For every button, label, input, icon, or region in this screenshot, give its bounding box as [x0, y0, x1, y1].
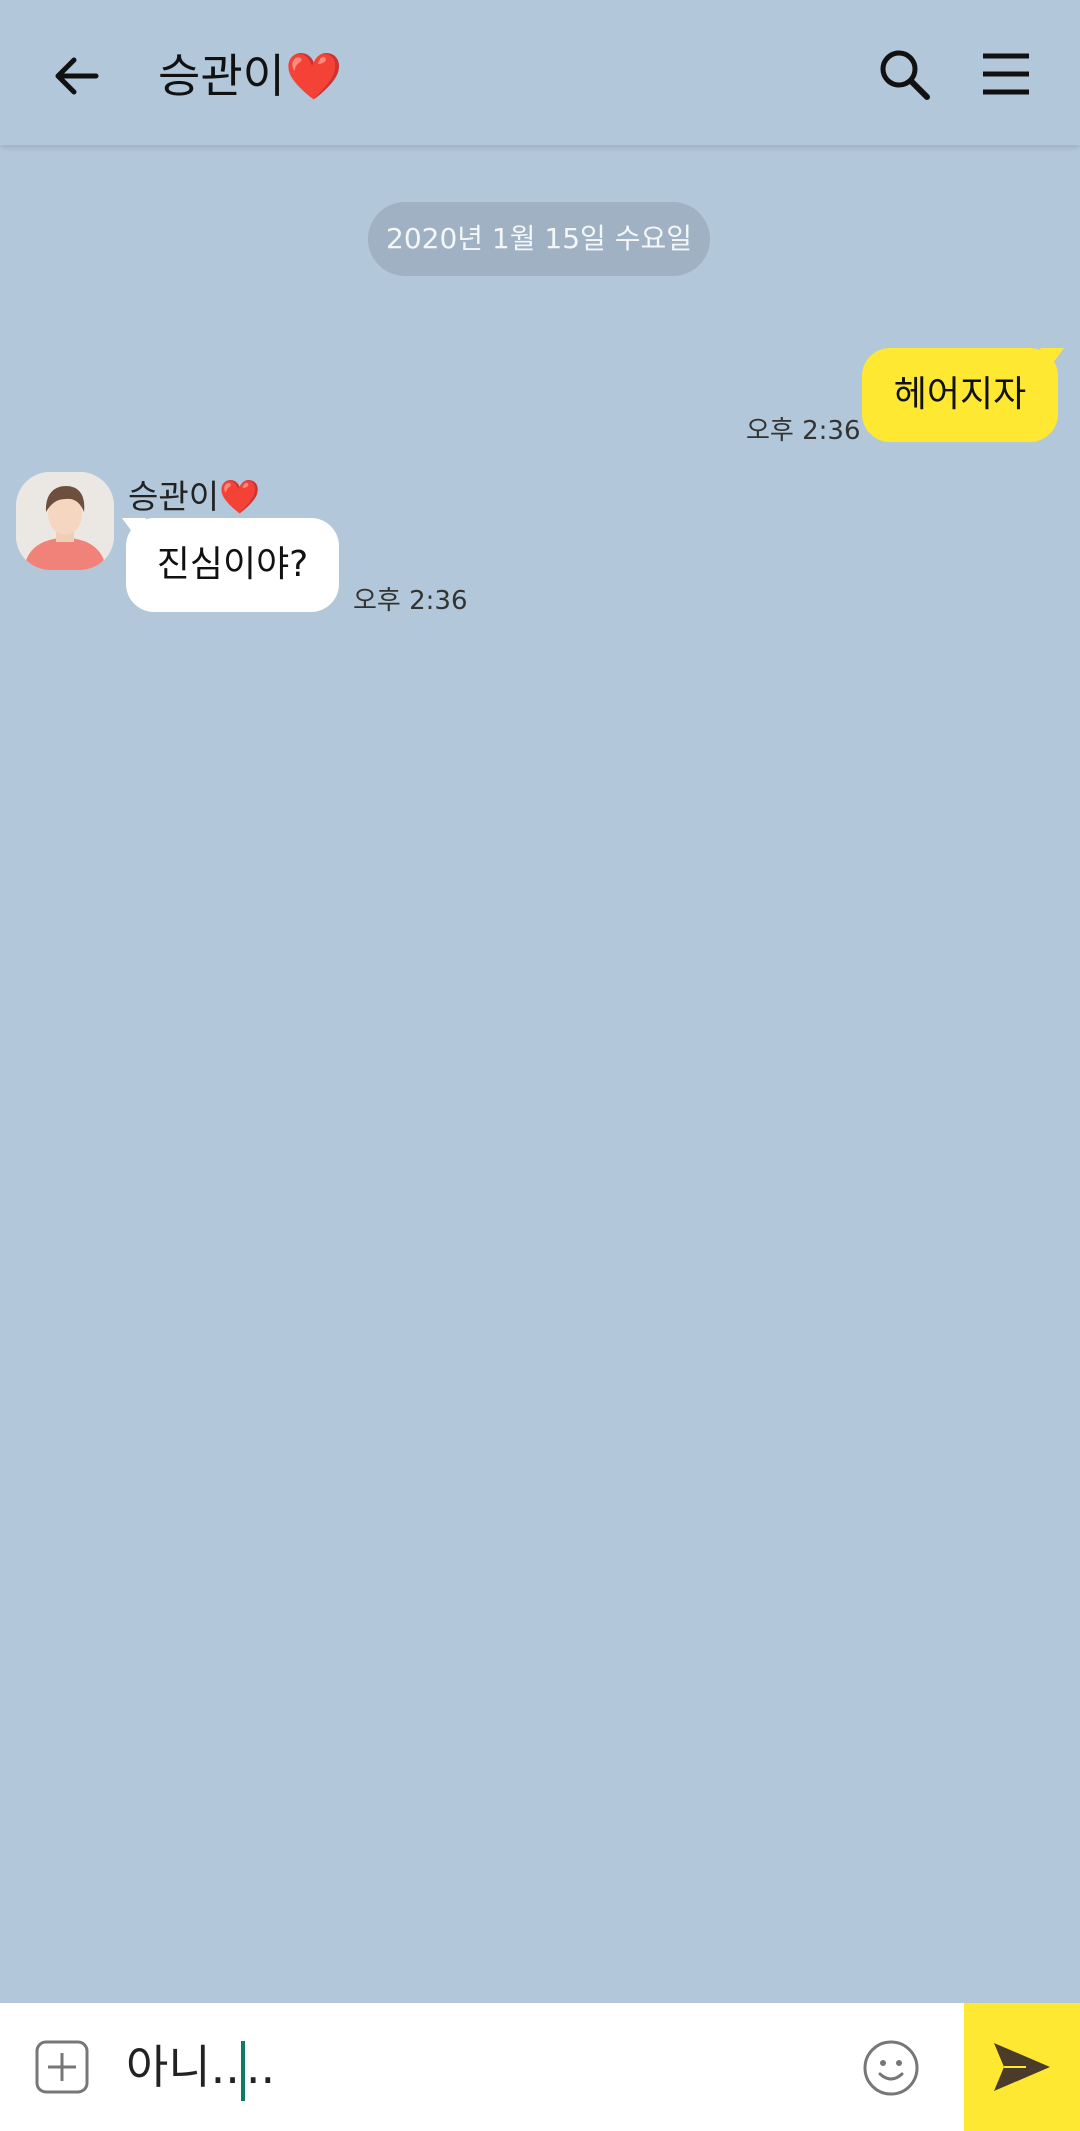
sender-name: 승관이❤️ — [128, 477, 261, 516]
input-text-after-cursor: .. — [245, 2040, 276, 2094]
message-input[interactable]: 아니.... — [126, 2027, 826, 2107]
date-divider: 2020년 1월 15일 수요일 — [368, 202, 710, 276]
emoji-button[interactable] — [862, 2039, 920, 2097]
avatar[interactable] — [16, 472, 114, 570]
profile-photo-icon — [16, 472, 114, 570]
hamburger-menu-icon — [983, 53, 1029, 95]
attach-button[interactable] — [34, 2039, 90, 2095]
my-message-bubble[interactable]: 헤어지자 — [862, 348, 1058, 442]
search-button[interactable] — [868, 38, 940, 110]
chat-title: 승관이❤️ — [158, 49, 343, 103]
arrow-left-icon — [55, 57, 99, 95]
smiley-icon — [863, 2040, 919, 2096]
back-button[interactable] — [40, 40, 112, 112]
text-cursor — [240, 2040, 245, 2101]
message-input-bar: 아니.... — [0, 2003, 1080, 2131]
input-text-before-cursor: 아니.. — [126, 2040, 240, 2094]
other-message-bubble[interactable]: 진심이야? — [126, 518, 339, 612]
send-button[interactable] — [964, 2003, 1080, 2131]
other-message-time: 오후 2:36 — [353, 586, 468, 616]
paper-plane-icon — [994, 2043, 1050, 2091]
search-icon — [880, 50, 930, 100]
my-message-time: 오후 2:36 — [746, 416, 861, 446]
chat-header: 승관이❤️ — [0, 0, 1080, 145]
menu-button[interactable] — [970, 38, 1042, 110]
plus-square-icon — [35, 2040, 89, 2094]
